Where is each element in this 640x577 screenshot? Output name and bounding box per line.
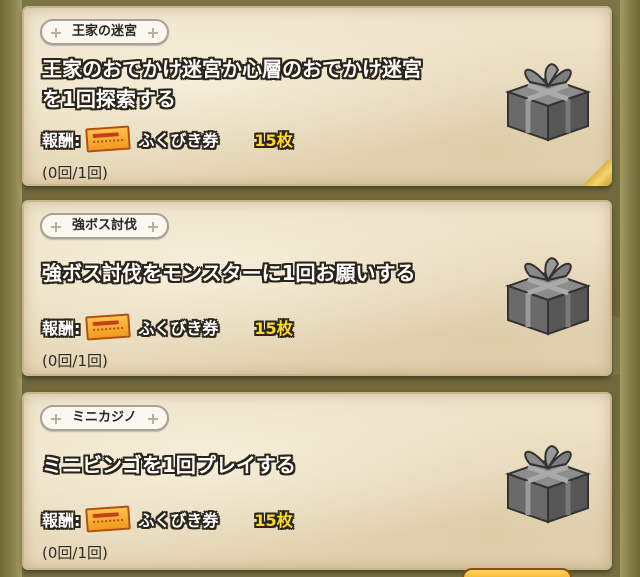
reward-row: 報酬: ふくびき券 15枚 — [42, 313, 293, 341]
mission-category-tag: 強ボス討伐 — [40, 213, 170, 239]
mission-description-line: 王家のおでかけ迷宮か心層のおでかけ迷宮 — [42, 57, 422, 81]
mission-description-line: を1回探索する — [42, 87, 176, 111]
mission-category-tag: ミニカジノ — [40, 405, 169, 431]
mission-card[interactable]: 強ボス討伐 強ボス討伐をモンスターに1回お願いする 報酬: ふくびき券 15枚 … — [22, 200, 612, 376]
mission-progress: (0回/1回) — [42, 544, 108, 562]
mission-category-label: 王家の迷宮 — [72, 24, 138, 39]
tag-ornament-icon — [148, 222, 159, 232]
gift-box-icon — [504, 257, 592, 336]
right-frame — [620, 0, 640, 577]
tag-ornament-icon — [148, 28, 159, 38]
reward-row: 報酬: ふくびき券 15枚 — [42, 505, 293, 533]
mission-category-label: ミニカジノ — [72, 410, 137, 425]
reward-count: 15枚 — [254, 131, 293, 150]
mission-card[interactable]: ミニカジノ ミニビンゴを1回プレイする 報酬: ふくびき券 15枚 (0回/1回… — [22, 392, 612, 570]
gift-box-icon — [504, 445, 592, 524]
reward-row: 報酬: ふくびき券 15枚 — [42, 125, 293, 153]
tag-ornament-icon — [51, 414, 61, 424]
mission-category-tag: 王家の迷宮 — [40, 19, 170, 45]
mission-category-label: 強ボス討伐 — [72, 218, 138, 233]
mission-progress: (0回/1回) — [42, 164, 108, 182]
reward-name: ふくびき券 — [138, 319, 219, 338]
mission-description-line: ミニビンゴを1回プレイする — [42, 453, 296, 477]
tag-ornament-icon — [51, 28, 61, 38]
mission-progress: (0回/1回) — [42, 352, 108, 370]
card-corner — [578, 160, 612, 186]
tag-ornament-icon — [51, 222, 61, 232]
mission-description: 強ボス討伐をモンスターに1回お願いする — [42, 258, 416, 288]
ticket-icon — [85, 125, 132, 153]
reward-label: 報酬: — [42, 131, 81, 150]
reward-count: 15枚 — [254, 511, 293, 530]
mission-card[interactable]: 王家の迷宮 王家のおでかけ迷宮か心層のおでかけ迷宮 を1回探索する 報酬: ふく… — [22, 6, 612, 186]
left-frame — [0, 0, 22, 577]
mission-description: ミニビンゴを1回プレイする — [42, 450, 296, 480]
mission-description-line: 強ボス討伐をモンスターに1回お願いする — [42, 261, 416, 285]
bottom-action-button[interactable] — [462, 568, 572, 577]
mission-description: 王家のおでかけ迷宮か心層のおでかけ迷宮 を1回探索する — [42, 54, 422, 114]
reward-label: 報酬: — [42, 511, 81, 530]
reward-count: 15枚 — [254, 319, 293, 338]
reward-name: ふくびき券 — [138, 511, 219, 530]
tag-ornament-icon — [147, 414, 158, 424]
gift-box-icon — [504, 63, 592, 142]
ticket-icon — [85, 505, 132, 533]
ticket-icon — [85, 313, 132, 341]
reward-name: ふくびき券 — [138, 131, 219, 150]
reward-label: 報酬: — [42, 319, 81, 338]
